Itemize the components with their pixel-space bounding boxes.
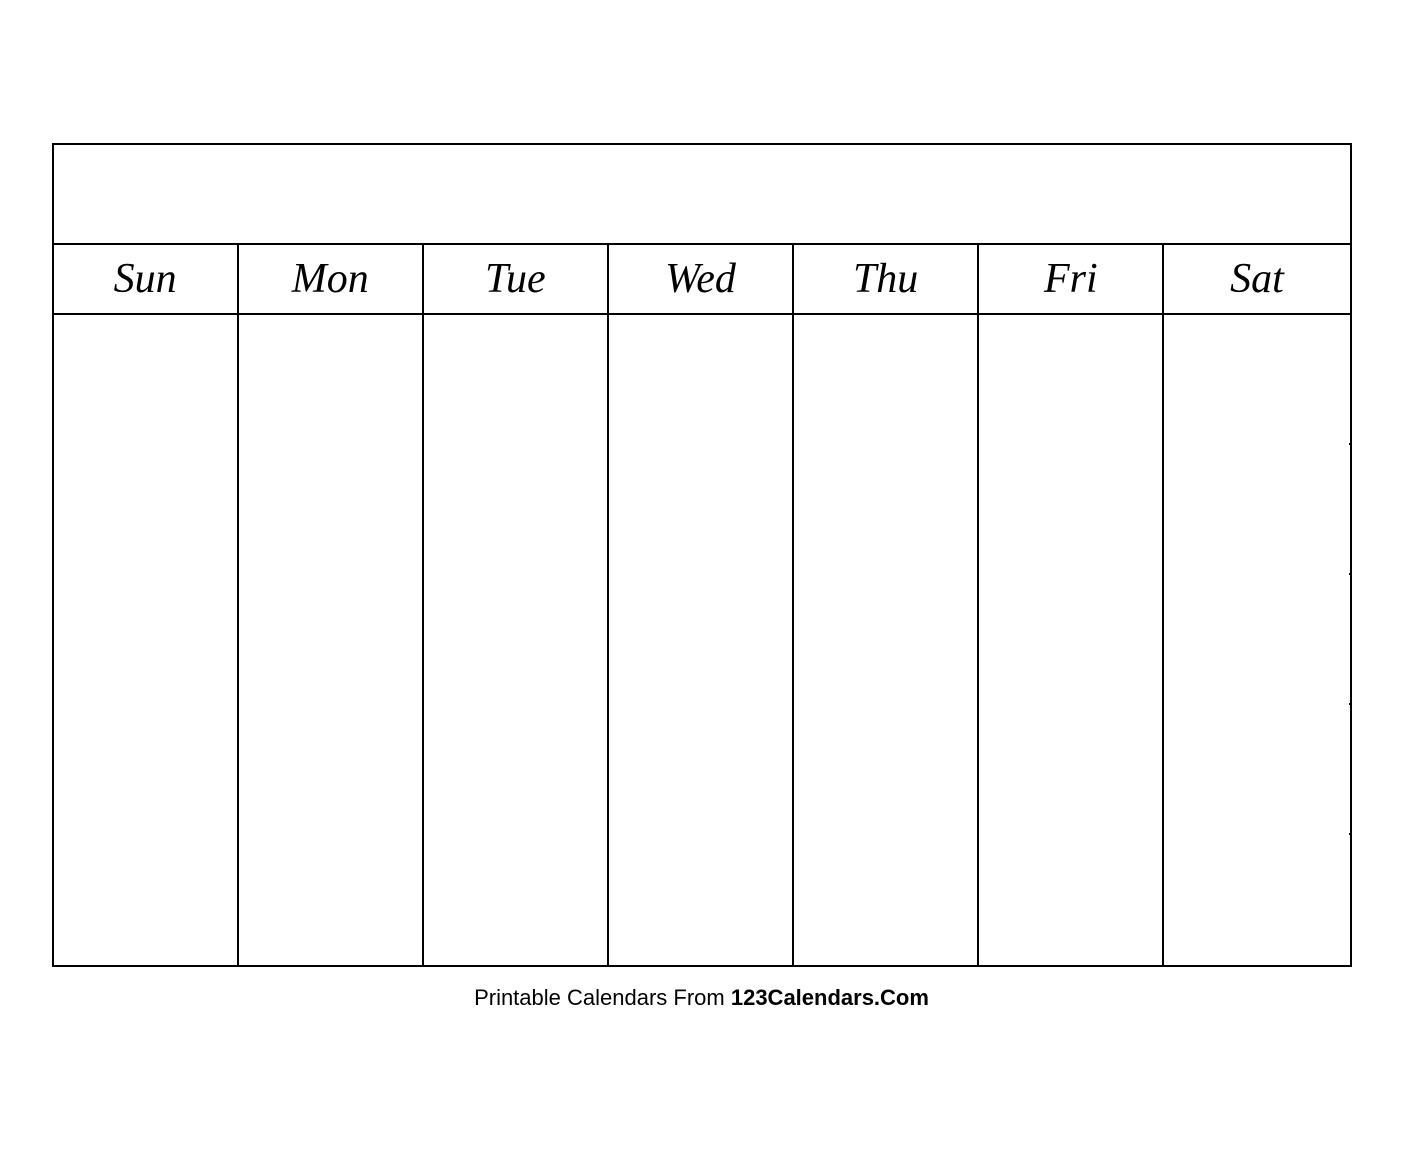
calendar-cell[interactable] <box>54 315 239 445</box>
calendar-cell[interactable] <box>609 705 794 835</box>
calendar-cell[interactable] <box>794 315 979 445</box>
header-sun: Sun <box>54 245 239 313</box>
calendar-cell[interactable] <box>794 575 979 705</box>
calendar-cell[interactable] <box>54 835 239 965</box>
calendar-cell[interactable] <box>239 835 424 965</box>
calendar-cell[interactable] <box>794 835 979 965</box>
calendar-cell[interactable] <box>424 315 609 445</box>
calendar-cell[interactable] <box>54 705 239 835</box>
calendar-cell[interactable] <box>609 575 794 705</box>
header-tue: Tue <box>424 245 609 313</box>
calendar-cell[interactable] <box>979 445 1164 575</box>
calendar-container: Sun Mon Tue Wed Thu Fri Sat <box>52 143 1352 967</box>
calendar-cell[interactable] <box>794 445 979 575</box>
calendar-row-1 <box>54 315 1350 445</box>
calendar-cell[interactable] <box>609 835 794 965</box>
calendar-cell[interactable] <box>1164 835 1349 965</box>
header-wed: Wed <box>609 245 794 313</box>
calendar-cell[interactable] <box>1164 445 1349 575</box>
header-mon: Mon <box>239 245 424 313</box>
calendar-cell[interactable] <box>979 705 1164 835</box>
calendar-cell[interactable] <box>1164 315 1349 445</box>
calendar-title-row <box>54 145 1350 245</box>
calendar-cell[interactable] <box>424 575 609 705</box>
calendar-cell[interactable] <box>239 705 424 835</box>
calendar-cell[interactable] <box>609 445 794 575</box>
calendar-cell[interactable] <box>979 575 1164 705</box>
calendar-cell[interactable] <box>424 445 609 575</box>
header-fri: Fri <box>979 245 1164 313</box>
calendar-cell[interactable] <box>239 575 424 705</box>
calendar-cell[interactable] <box>609 315 794 445</box>
header-sat: Sat <box>1164 245 1349 313</box>
calendar-cell[interactable] <box>1164 575 1349 705</box>
calendar-cell[interactable] <box>424 835 609 965</box>
header-thu: Thu <box>794 245 979 313</box>
page-wrapper: Sun Mon Tue Wed Thu Fri Sat <box>52 123 1352 1031</box>
calendar-row-4 <box>54 705 1350 835</box>
footer-bold-text: 123Calendars.Com <box>731 985 929 1010</box>
calendar-cell[interactable] <box>54 575 239 705</box>
calendar-cell[interactable] <box>979 315 1164 445</box>
calendar-cell[interactable] <box>424 705 609 835</box>
calendar-cell[interactable] <box>1164 705 1349 835</box>
calendar-row-5 <box>54 835 1350 965</box>
calendar-cell[interactable] <box>239 315 424 445</box>
calendar-cell[interactable] <box>794 705 979 835</box>
calendar-body <box>54 315 1350 965</box>
calendar-row-3 <box>54 575 1350 705</box>
calendar-cell[interactable] <box>239 445 424 575</box>
footer-normal-text: Printable Calendars From <box>474 985 731 1010</box>
calendar-cell[interactable] <box>979 835 1164 965</box>
calendar-cell[interactable] <box>54 445 239 575</box>
footer-text: Printable Calendars From 123Calendars.Co… <box>474 985 929 1011</box>
calendar-row-2 <box>54 445 1350 575</box>
calendar-header: Sun Mon Tue Wed Thu Fri Sat <box>54 245 1350 315</box>
